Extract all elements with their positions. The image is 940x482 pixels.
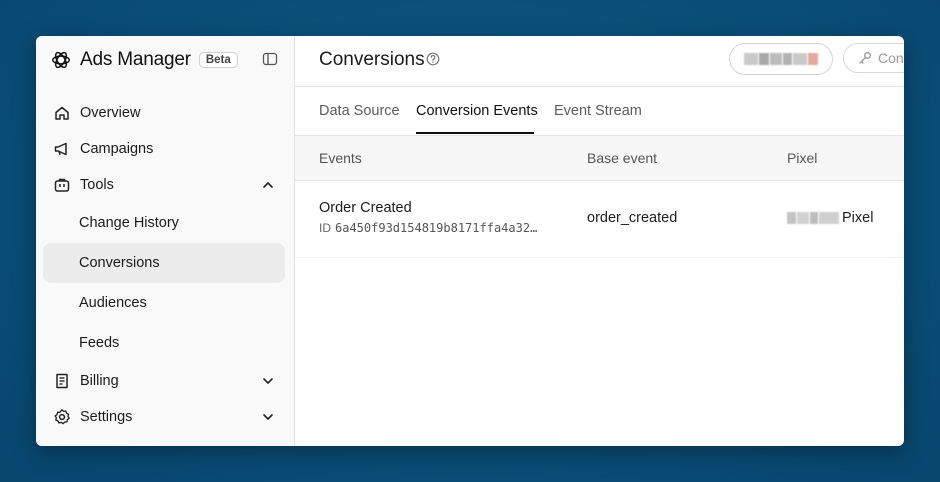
sidebar-toggle-icon[interactable] xyxy=(262,51,278,67)
sidebar-item-label: Settings xyxy=(80,409,133,425)
sidebar-item-label: Change History xyxy=(79,215,179,231)
tab-data-source[interactable]: Data Source xyxy=(319,103,400,119)
event-id: ID 6a450f93d154819b8171ffa4a32… xyxy=(319,221,537,235)
table-row[interactable]: Order Created ID 6a450f93d154819b8171ffa4… xyxy=(295,181,904,258)
app-window: Ads Manager Beta Overview Campaigns Tool… xyxy=(36,36,904,446)
sidebar-item-settings[interactable]: Settings xyxy=(43,399,285,435)
table-header: Events Base event Pixel xyxy=(295,136,904,181)
chevron-up-icon xyxy=(263,181,273,188)
brand: Ads Manager Beta xyxy=(50,48,238,72)
column-header-base-event: Base event xyxy=(587,150,658,166)
chevron-down-icon xyxy=(263,378,273,385)
redacted-pixel-name xyxy=(787,212,839,224)
sidebar-item-label: Conversions xyxy=(79,255,160,271)
event-name: Order Created xyxy=(319,200,412,216)
base-event: order_created xyxy=(587,210,678,226)
sidebar-item-label: Tools xyxy=(80,177,114,193)
sidebar-item-label: Audiences xyxy=(79,295,147,311)
tab-conversion-events[interactable]: Conversion Events xyxy=(416,103,538,119)
sidebar-item-billing[interactable]: Billing xyxy=(43,363,285,399)
event-id-value: 6a450f93d154819b8171ffa4a32… xyxy=(335,221,538,235)
receipt-icon xyxy=(53,372,71,390)
megaphone-icon xyxy=(53,140,71,158)
openai-logo-icon xyxy=(52,51,70,69)
chevron-down-icon xyxy=(263,414,273,421)
account-switcher[interactable] xyxy=(729,43,833,75)
column-header-events: Events xyxy=(319,150,362,166)
connect-button[interactable]: Con xyxy=(843,43,904,73)
sidebar-item-feeds[interactable]: Feeds xyxy=(43,323,285,363)
sidebar-item-label: Campaigns xyxy=(80,141,154,157)
sidebar-item-overview[interactable]: Overview xyxy=(43,95,285,131)
pixel-name: Pixel xyxy=(842,210,874,226)
tab-event-stream[interactable]: Event Stream xyxy=(554,103,642,119)
main-content: Conversions Con Data Source Conversion E… xyxy=(295,36,904,446)
page-title: Conversions xyxy=(319,49,425,70)
gear-icon xyxy=(53,408,71,426)
sidebar-item-conversions[interactable]: Conversions xyxy=(43,243,285,283)
page-header: Conversions Con xyxy=(295,36,904,87)
active-tab-indicator xyxy=(416,132,534,134)
sidebar-item-label: Feeds xyxy=(79,335,120,351)
toolbox-icon xyxy=(53,176,71,194)
app-title: Ads Manager xyxy=(80,49,191,70)
pixel-cell: Pixel xyxy=(787,210,873,226)
sidebar-item-audiences[interactable]: Audiences xyxy=(43,283,285,323)
sidebar-item-change-history[interactable]: Change History xyxy=(43,203,285,243)
sidebar-item-tools[interactable]: Tools xyxy=(43,167,285,203)
column-header-pixel: Pixel xyxy=(787,150,818,166)
tab-bar: Data Source Conversion Events Event Stre… xyxy=(295,87,904,136)
event-id-label: ID xyxy=(319,221,331,235)
home-icon xyxy=(53,104,71,122)
help-circle-icon[interactable] xyxy=(426,52,440,66)
sidebar: Ads Manager Beta Overview Campaigns Tool… xyxy=(36,36,295,446)
sidebar-item-campaigns[interactable]: Campaigns xyxy=(43,131,285,167)
sidebar-nav: Overview Campaigns Tools Change History … xyxy=(43,95,285,435)
connect-button-label: Con xyxy=(878,50,904,66)
redacted-account-name xyxy=(744,53,818,65)
sidebar-item-label: Billing xyxy=(80,373,119,389)
beta-badge: Beta xyxy=(198,52,238,68)
sidebar-item-label: Overview xyxy=(80,105,141,121)
key-icon xyxy=(859,52,871,64)
